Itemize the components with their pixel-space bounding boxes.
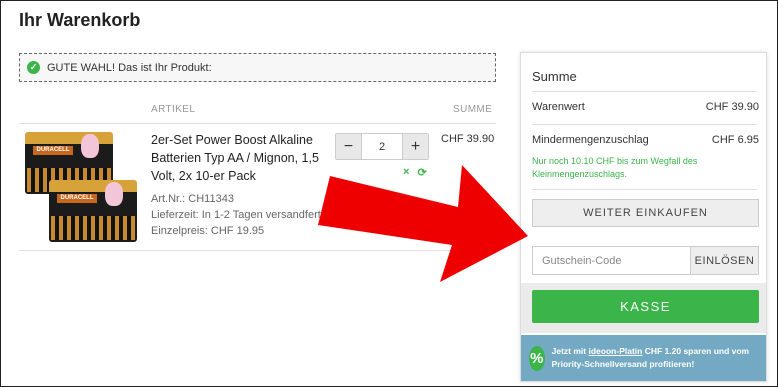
surcharge-label: Mindermengenzuschlag (532, 134, 649, 146)
percent-badge-icon: % (529, 345, 545, 371)
summary-title: Summe (532, 69, 577, 84)
surcharge-note: Nur noch 10.10 CHF bis zum Wegfall des K… (532, 156, 698, 179)
goods-value-row: Warenwert CHF 39.90 (532, 101, 759, 113)
summary-divider (532, 124, 757, 125)
voucher-code-input[interactable] (532, 246, 690, 275)
unit-price: Einzelpreis: CHF 19.95 (151, 225, 265, 237)
column-header-article: ARTIKEL (151, 104, 196, 115)
battery-pack-back: DURACELL (49, 180, 137, 242)
red-arrow-icon (318, 165, 528, 282)
success-notice: ✓ GUTE WAHL! Das ist Ihr Produkt: (19, 53, 496, 82)
surcharge-amount: CHF 6.95 (711, 134, 759, 146)
goods-value-label: Warenwert (532, 101, 585, 113)
quantity-stepper: − + (335, 133, 429, 160)
refresh-icon[interactable]: ⟳ (417, 166, 426, 179)
product-image[interactable]: DURACELL DURACELL (25, 132, 140, 244)
quantity-input[interactable] (361, 134, 403, 159)
checkout-button[interactable]: KASSE (532, 290, 759, 323)
promo-prefix: Jetzt mit (551, 346, 587, 356)
promo-text: Jetzt mit ideoon-Platin CHF 1.20 sparen … (552, 345, 766, 371)
delivery-time: Lieferzeit: In 1-2 Tagen versandfertig (151, 209, 330, 221)
voucher-form: EINLÖSEN (532, 246, 759, 275)
platin-promo-banner: % Jetzt mit ideoon-Platin CHF 1.20 spare… (521, 335, 766, 381)
brand-label: DURACELL (57, 194, 97, 203)
bunny-mascot (81, 134, 99, 158)
decrease-quantity-button[interactable]: − (336, 134, 361, 159)
table-divider-top (19, 123, 496, 124)
surcharge-row: Mindermengenzuschlag CHF 6.95 (532, 134, 759, 146)
summary-divider (532, 91, 757, 92)
page-title: Ihr Warenkorb (19, 10, 141, 30)
battery-cells (51, 216, 135, 240)
remove-item-icon[interactable]: × (403, 166, 409, 179)
product-name-link[interactable]: 2er-Set Power Boost Alkaline Batterien T… (151, 131, 319, 185)
redeem-button[interactable]: EINLÖSEN (690, 246, 759, 275)
continue-shopping-button[interactable]: WEITER EINKAUFEN (532, 199, 759, 227)
order-summary-panel: Summe Warenwert CHF 39.90 Mindermengenzu… (520, 52, 767, 382)
notice-text: GUTE WAHL! Das ist Ihr Produkt: (47, 61, 212, 74)
bunny-mascot (105, 182, 123, 206)
article-number: Art.Nr.: CH11343 (151, 193, 234, 205)
table-divider-bottom (19, 250, 496, 251)
goods-value-amount: CHF 39.90 (705, 101, 759, 113)
product-meta: Art.Nr.: CH11343 Lieferzeit: In 1-2 Tage… (151, 191, 329, 239)
row-total-price: CHF 39.90 (441, 133, 495, 145)
column-header-sum: SUMME (453, 104, 493, 115)
row-actions: × ⟳ (403, 166, 427, 179)
increase-quantity-button[interactable]: + (403, 134, 428, 159)
check-circle-icon: ✓ (27, 61, 40, 74)
summary-divider (532, 189, 757, 190)
brand-label: DURACELL (33, 146, 73, 155)
platin-link[interactable]: ideoon-Platin (589, 346, 643, 356)
